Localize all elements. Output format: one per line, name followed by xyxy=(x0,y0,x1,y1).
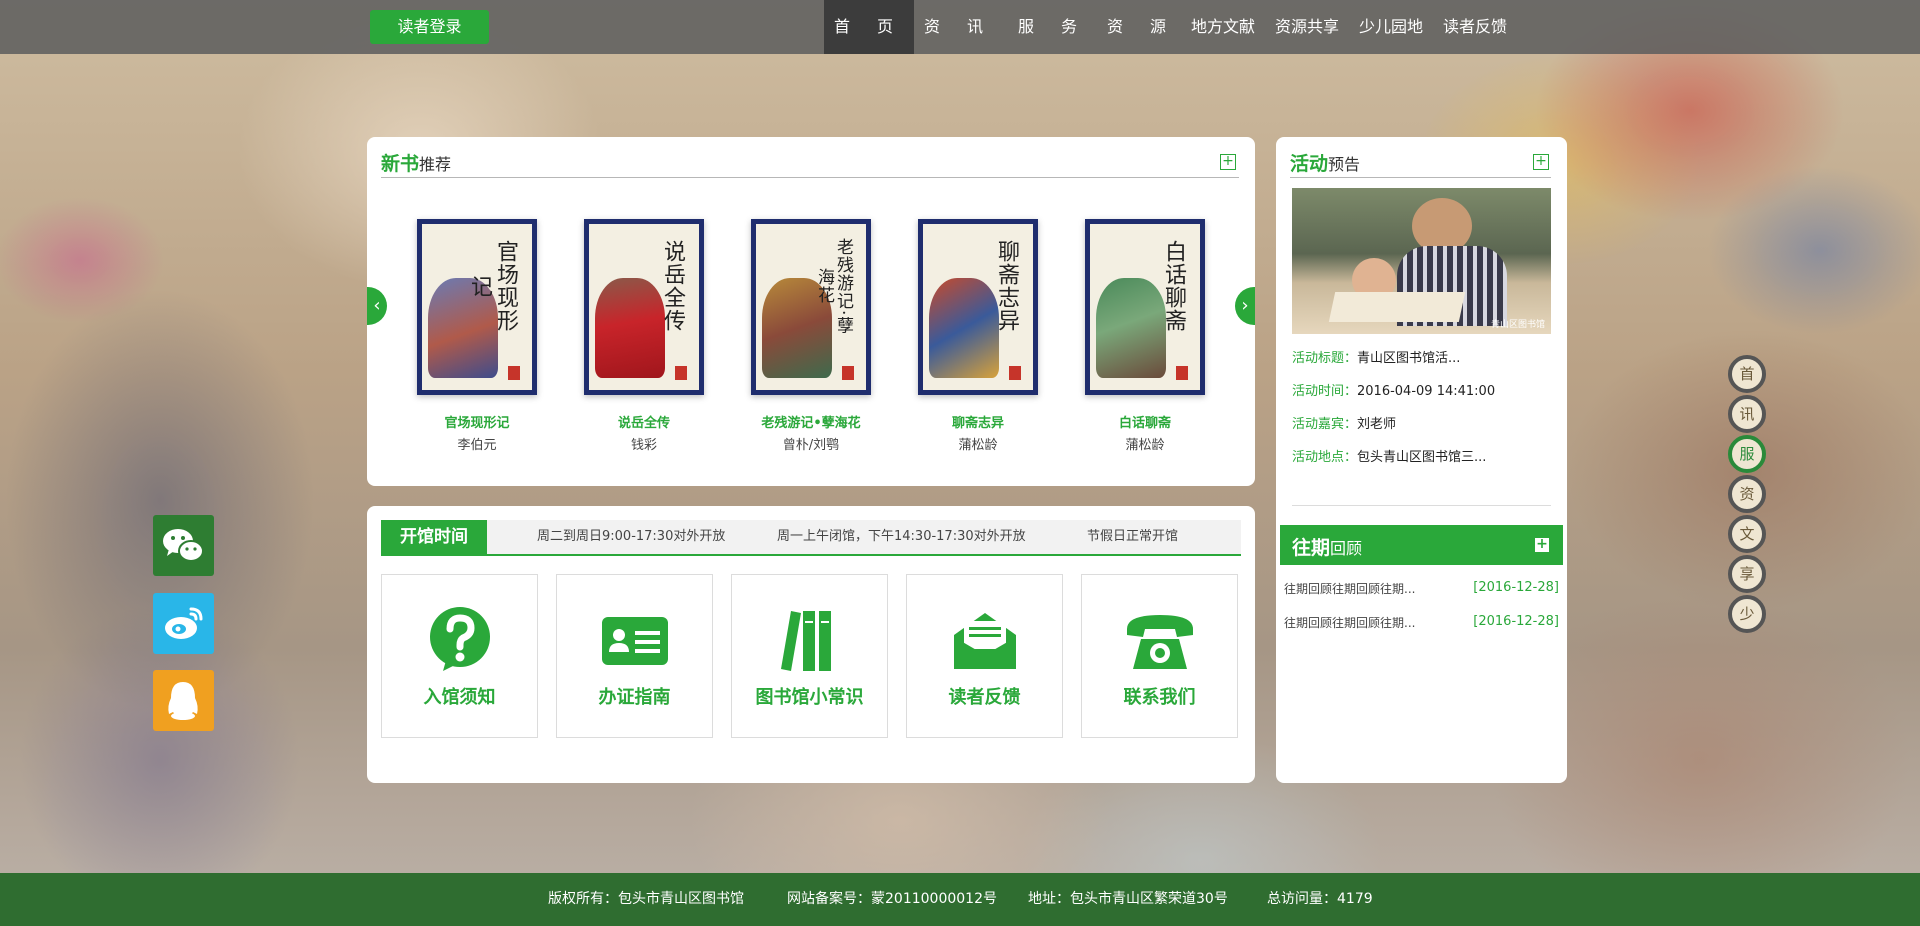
past-review-item[interactable]: 往期回顾往期回顾往期... [2016-12-28] xyxy=(1284,580,1559,597)
cover-seal xyxy=(842,366,854,380)
cover-illustration xyxy=(595,278,665,378)
weibo-icon xyxy=(165,607,203,639)
book-item[interactable]: 官场现形记 官场现形记 李伯元 xyxy=(417,219,537,453)
nav-item-news[interactable]: 资讯 xyxy=(914,0,1008,54)
side-menu-kids[interactable]: 少 xyxy=(1728,595,1766,633)
cover-seal xyxy=(1176,366,1188,380)
activity-panel: 活动预告 + 青山区图书馆 活动标题：青山区图书馆活... 活动时间：2016-… xyxy=(1276,137,1567,783)
activity-photo[interactable]: 青山区图书馆 xyxy=(1292,188,1551,334)
top-nav-bar: 读者登录 首页 资讯 服务 资源 地方文献 资源共享 少儿园地 读者反馈 xyxy=(0,0,1920,54)
main-nav: 首页 资讯 服务 资源 地方文献 资源共享 少儿园地 读者反馈 xyxy=(824,0,1517,54)
past-review-header: 往期回顾 + xyxy=(1280,525,1563,565)
opening-hours-bar: 开馆时间 周二到周日9:00-17:30对外开放 周一上午闭馆，下午14:30-… xyxy=(381,520,1241,556)
book-item[interactable]: 说岳全传 说岳全传 钱彩 xyxy=(584,219,704,453)
carousel-next-button[interactable]: › xyxy=(1235,287,1255,325)
side-menu-sharing[interactable]: 享 xyxy=(1728,555,1766,593)
service-admission-notice[interactable]: 入馆须知 xyxy=(381,574,538,738)
book-cover: 聊斋志异 xyxy=(918,219,1038,395)
book-author: 曾朴/刘鹗 xyxy=(782,438,840,453)
envelope-icon xyxy=(954,613,1016,669)
cover-seal xyxy=(508,366,520,380)
book-item[interactable]: 白话聊斋 白话聊斋 蒲松龄 xyxy=(1085,219,1205,453)
footer-copyright: 版权所有：包头市青山区图书馆 xyxy=(548,891,744,907)
side-menu-services[interactable]: 服 xyxy=(1728,435,1766,473)
service-library-tips[interactable]: 图书馆小常识 xyxy=(731,574,888,738)
book-cover: 官场现形记 xyxy=(417,219,537,395)
nav-item-resource-sharing[interactable]: 资源共享 xyxy=(1265,0,1349,54)
qq-button[interactable] xyxy=(153,670,214,731)
title-divider xyxy=(381,177,1239,178)
book-author: 蒲松龄 xyxy=(958,438,998,453)
footer-visits: 总访问量：4179 xyxy=(1267,891,1373,907)
footer-icp: 网站备案号：蒙20110000012号 xyxy=(787,891,997,907)
nav-item-kids[interactable]: 少儿园地 xyxy=(1349,0,1433,54)
book-cover: 说岳全传 xyxy=(584,219,704,395)
activity-location-row: 活动地点：包头青山区图书馆三... xyxy=(1292,450,1487,465)
cover-seal xyxy=(675,366,687,380)
nav-item-services[interactable]: 服务 xyxy=(1008,0,1097,54)
hours-text: 周二到周日9:00-17:30对外开放 xyxy=(537,529,726,544)
nav-item-feedback[interactable]: 读者反馈 xyxy=(1433,0,1517,54)
cover-illustration xyxy=(929,278,999,378)
footer: 版权所有：包头市青山区图书馆 网站备案号：蒙20110000012号 地址：包头… xyxy=(0,873,1920,926)
activity-title: 活动预告 xyxy=(1290,153,1361,175)
new-books-more-button[interactable]: + xyxy=(1220,154,1236,170)
side-menu-home[interactable]: 首 xyxy=(1728,355,1766,393)
book-title: 白话聊斋 xyxy=(1118,416,1171,431)
book-title: 官场现形记 xyxy=(444,416,510,431)
book-author: 钱彩 xyxy=(630,438,657,453)
hours-text: 节假日正常开馆 xyxy=(1087,529,1179,544)
nav-item-local-docs[interactable]: 地方文献 xyxy=(1181,0,1265,54)
book-item[interactable]: 聊斋志异 聊斋志异 蒲松龄 xyxy=(918,219,1038,453)
carousel-prev-button[interactable]: ‹ xyxy=(367,287,387,325)
service-reader-feedback[interactable]: 读者反馈 xyxy=(906,574,1063,738)
service-contact-us[interactable]: 联系我们 xyxy=(1081,574,1238,738)
activity-more-button[interactable]: + xyxy=(1533,154,1549,170)
book-author: 李伯元 xyxy=(457,438,497,453)
activity-time-row: 活动时间：2016-04-09 14:41:00 xyxy=(1292,384,1496,399)
past-review-item[interactable]: 往期回顾往期回顾往期... [2016-12-28] xyxy=(1284,614,1559,631)
book-title: 说岳全传 xyxy=(617,416,670,431)
books-icon xyxy=(781,611,831,671)
side-menu-resources[interactable]: 资 xyxy=(1728,475,1766,513)
activity-guest-row: 活动嘉宾：刘老师 xyxy=(1292,417,1397,432)
book-cover: 白话聊斋 xyxy=(1085,219,1205,395)
nav-item-resources[interactable]: 资源 xyxy=(1097,0,1181,54)
side-menu-local-docs[interactable]: 文 xyxy=(1728,515,1766,553)
nav-item-home[interactable]: 首页 xyxy=(824,0,914,54)
footer-address: 地址：包头市青山区繁荣道30号 xyxy=(1028,891,1228,907)
qq-icon xyxy=(168,682,198,720)
activity-title-row: 活动标题：青山区图书馆活... xyxy=(1292,351,1461,366)
wechat-button[interactable] xyxy=(153,515,214,576)
cover-illustration xyxy=(1096,278,1166,378)
weibo-button[interactable] xyxy=(153,593,214,654)
opening-hours-panel: 开馆时间 周二到周日9:00-17:30对外开放 周一上午闭馆，下午14:30-… xyxy=(367,506,1255,783)
past-review-more-button[interactable]: + xyxy=(1535,537,1549,552)
id-card-icon xyxy=(602,617,668,665)
opening-hours-label: 开馆时间 xyxy=(381,520,487,554)
hours-text: 周一上午闭馆，下午14:30-17:30对外开放 xyxy=(777,529,1026,544)
book-title: 老残游记•孽海花 xyxy=(761,416,861,431)
title-divider xyxy=(1290,177,1551,178)
new-books-panel: 新书推荐 + ‹ › 官场现形记 官场现形记 李伯元 说岳全传 说岳全传 钱彩 … xyxy=(367,137,1255,486)
question-icon xyxy=(430,607,490,671)
reader-login-button[interactable]: 读者登录 xyxy=(370,10,489,44)
book-item[interactable]: 老残游记·孽海花 老残游记•孽海花 曾朴/刘鹗 xyxy=(751,219,871,453)
service-card-guide[interactable]: 办证指南 xyxy=(556,574,713,738)
book-cover: 老残游记·孽海花 xyxy=(751,219,871,395)
side-menu-news[interactable]: 讯 xyxy=(1728,395,1766,433)
cover-seal xyxy=(1009,366,1021,380)
new-books-title: 新书推荐 xyxy=(381,153,452,175)
wechat-icon xyxy=(163,529,204,562)
book-title: 聊斋志异 xyxy=(951,416,1004,431)
book-author: 蒲松龄 xyxy=(1125,438,1165,453)
divider xyxy=(1292,505,1551,506)
telephone-icon xyxy=(1127,615,1193,669)
